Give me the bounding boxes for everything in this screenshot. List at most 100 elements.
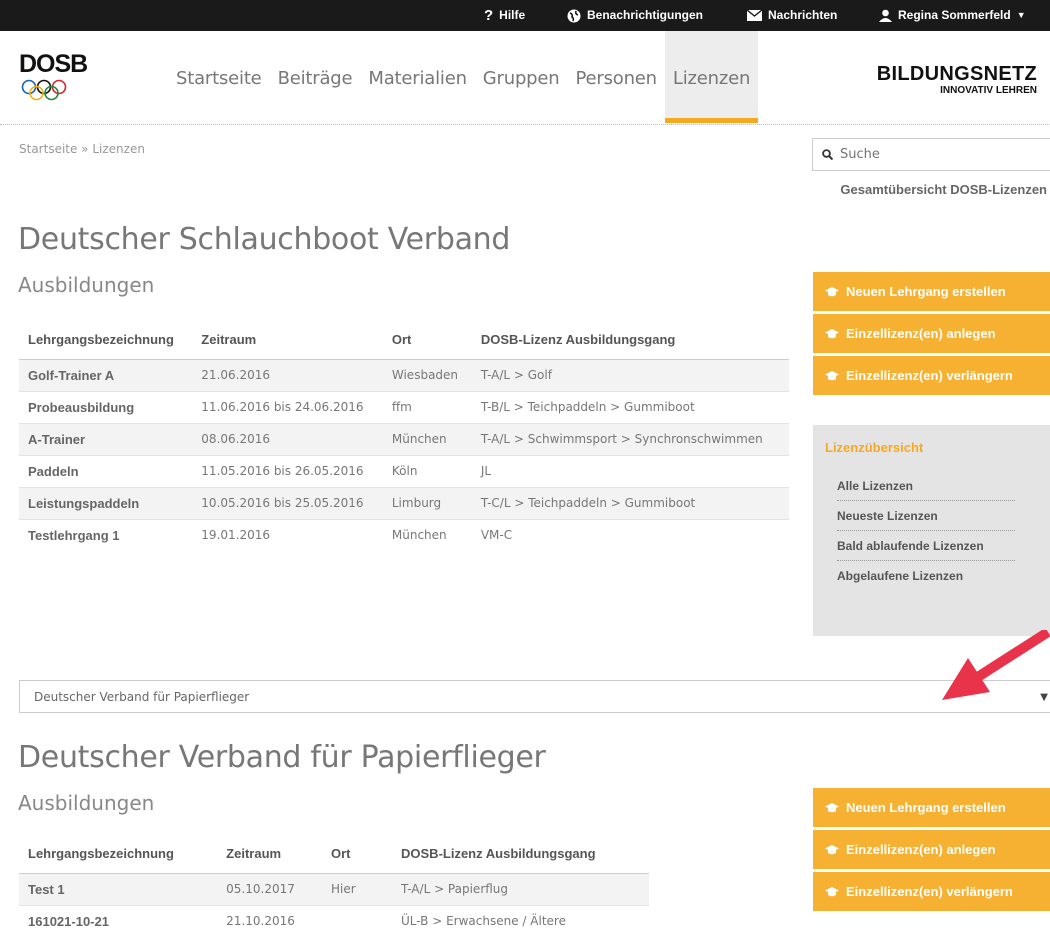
globe-icon xyxy=(567,9,581,22)
section2-actions: Neuen Lehrgang erstellen Einzellizenz(en… xyxy=(813,788,1050,914)
header: DOSB Startseite Beiträge Materialien Gru… xyxy=(0,31,1050,123)
graduation-cap-icon xyxy=(825,328,839,338)
course-place: Köln xyxy=(382,455,472,488)
graduation-cap-icon xyxy=(825,802,839,812)
table-header-row: Lehrgangsbezeichnung Zeitraum Ort DOSB-L… xyxy=(19,835,649,874)
section1-subtitle: Ausbildungen xyxy=(18,273,155,297)
nav-beitraege[interactable]: Beiträge xyxy=(270,31,361,123)
table-header-row: Lehrgangsbezeichnung Zeitraum Ort DOSB-L… xyxy=(19,321,789,360)
nav-materialien[interactable]: Materialien xyxy=(360,31,474,123)
create-license-button[interactable]: Einzellizenz(en) anlegen xyxy=(813,314,1050,353)
col-header-place[interactable]: Ort xyxy=(322,835,393,874)
dosb-logo[interactable]: DOSB xyxy=(19,50,99,101)
graduation-cap-icon xyxy=(825,886,839,896)
main-nav: Startseite Beiträge Materialien Gruppen … xyxy=(168,31,759,123)
user-icon xyxy=(879,9,892,22)
course-period: 11.05.2016 bis 26.05.2016 xyxy=(192,455,383,488)
course-place: Limburg xyxy=(382,487,472,520)
top-bar: ? Hilfe Benachrichtigungen Nachrichten R… xyxy=(0,0,1050,31)
course-name[interactable]: Golf-Trainer A xyxy=(19,359,193,392)
graduation-cap-icon xyxy=(825,370,839,380)
section2-title: Deutscher Verband für Papierflieger xyxy=(18,740,546,775)
license-link-all[interactable]: Alle Lizenzen xyxy=(837,471,1015,501)
caret-down-icon: ▼ xyxy=(1016,10,1026,20)
nav-gruppen[interactable]: Gruppen xyxy=(475,31,568,123)
new-course-button[interactable]: Neuen Lehrgang erstellen xyxy=(813,272,1050,311)
col-header-place[interactable]: Ort xyxy=(382,321,472,360)
user-menu[interactable]: Regina Sommerfeld ▼ xyxy=(879,0,1026,31)
table-row[interactable]: 161021-10-21 21.10.2016 ÜL-B > Erwachsen… xyxy=(19,905,649,937)
table-row[interactable]: Testlehrgang 1 19.01.2016 München VM-C xyxy=(19,519,789,551)
course-place xyxy=(322,905,392,937)
search-input[interactable] xyxy=(840,147,1030,162)
help-link[interactable]: ? Hilfe xyxy=(484,0,525,31)
nav-personen[interactable]: Personen xyxy=(568,31,665,123)
course-place: München xyxy=(382,423,472,456)
header-divider xyxy=(0,124,1050,125)
course-name[interactable]: Testlehrgang 1 xyxy=(19,519,192,551)
table-row[interactable]: A-Trainer 08.06.2016 München T-A/L > Sch… xyxy=(19,423,789,456)
license-overview-title: Lizenzübersicht xyxy=(825,440,924,455)
overview-link[interactable]: Gesamtübersicht DOSB-Lizenzen xyxy=(840,182,1047,197)
col-header-period[interactable]: Zeitraum xyxy=(217,835,323,874)
course-name[interactable]: Test 1 xyxy=(19,873,218,906)
course-name[interactable]: A-Trainer xyxy=(19,423,193,456)
association-select[interactable]: Deutscher Verband für Papierflieger ▼ xyxy=(19,680,1050,713)
nav-lizenzen[interactable]: Lizenzen xyxy=(664,31,759,123)
logo-text: DOSB xyxy=(19,50,88,78)
col-header-name[interactable]: Lehrgangsbezeichnung xyxy=(19,835,218,874)
section1-table: Lehrgangsbezeichnung Zeitraum Ort DOSB-L… xyxy=(19,321,789,551)
col-header-name[interactable]: Lehrgangsbezeichnung xyxy=(19,321,193,360)
course-period: 21.06.2016 xyxy=(192,359,383,392)
table-row[interactable]: Probeausbildung 11.06.2016 bis 24.06.201… xyxy=(19,391,789,424)
course-license: VM-C xyxy=(480,528,513,543)
course-period: 11.06.2016 bis 24.06.2016 xyxy=(192,391,383,424)
association-select-value: Deutscher Verband für Papierflieger xyxy=(34,690,250,704)
graduation-cap-icon xyxy=(825,844,839,854)
course-license: T-A/L > Papierflug xyxy=(392,873,649,906)
course-name[interactable]: Paddeln xyxy=(19,455,193,488)
red-arrow-annotation xyxy=(942,630,1050,700)
course-license: T-C/L > Teichpaddeln > Gummiboot xyxy=(471,487,789,520)
license-link-newest[interactable]: Neueste Lizenzen xyxy=(837,501,1015,531)
create-license-button[interactable]: Einzellizenz(en) anlegen xyxy=(813,830,1050,869)
course-place: ffm xyxy=(382,391,472,424)
col-header-period[interactable]: Zeitraum xyxy=(192,321,383,360)
messages-link[interactable]: Nachrichten xyxy=(747,0,837,31)
course-place: Hier xyxy=(322,873,393,906)
course-period: 05.10.2017 xyxy=(217,873,323,906)
license-link-expired[interactable]: Abgelaufene Lizenzen xyxy=(837,561,1015,590)
course-license: JL xyxy=(471,455,789,488)
course-name[interactable]: Probeausbildung xyxy=(19,391,193,424)
envelope-icon xyxy=(747,10,762,21)
extend-license-button[interactable]: Einzellizenz(en) verlängern xyxy=(813,356,1050,395)
col-header-license[interactable]: DOSB-Lizenz Ausbildungsgang xyxy=(392,835,649,874)
search-box[interactable] xyxy=(812,138,1050,171)
course-period: 19.01.2016 xyxy=(201,528,271,543)
col-header-license[interactable]: DOSB-Lizenz Ausbildungsgang xyxy=(471,321,789,360)
course-license: T-A/L > Schwimmsport > Synchronschwimmen xyxy=(471,423,789,456)
breadcrumb[interactable]: Startseite » Lizenzen xyxy=(19,142,145,156)
course-name[interactable]: Leistungspaddeln xyxy=(19,487,193,520)
course-name[interactable]: 161021-10-21 xyxy=(19,905,217,937)
course-license: ÜL-B > Erwachsene / Ältere xyxy=(401,914,566,929)
extend-license-button[interactable]: Einzellizenz(en) verlängern xyxy=(813,872,1050,911)
course-license: T-B/L > Teichpaddeln > Gummiboot xyxy=(471,391,789,424)
nav-startseite[interactable]: Startseite xyxy=(168,31,270,123)
section2-subtitle: Ausbildungen xyxy=(18,791,155,815)
table-row[interactable]: Test 1 05.10.2017 Hier T-A/L > Papierflu… xyxy=(19,873,649,906)
course-period: 08.06.2016 xyxy=(192,423,383,456)
graduation-cap-icon xyxy=(825,286,839,296)
license-overview-panel: Lizenzübersicht Alle Lizenzen Neueste Li… xyxy=(813,425,1050,636)
course-period: 21.10.2016 xyxy=(226,914,295,929)
section1-actions: Neuen Lehrgang erstellen Einzellizenz(en… xyxy=(813,272,1050,398)
new-course-button[interactable]: Neuen Lehrgang erstellen xyxy=(813,788,1050,827)
section2-table: Lehrgangsbezeichnung Zeitraum Ort DOSB-L… xyxy=(19,835,649,937)
table-row[interactable]: Leistungspaddeln 10.05.2016 bis 25.05.20… xyxy=(19,487,789,520)
license-link-expiring[interactable]: Bald ablaufende Lizenzen xyxy=(837,531,1015,561)
search-icon xyxy=(822,149,833,160)
bildungsnetz-logo[interactable]: BILDUNGSNETZ INNOVATIV LEHREN xyxy=(877,64,1037,98)
table-row[interactable]: Golf-Trainer A 21.06.2016 Wiesbaden T-A/… xyxy=(19,359,789,392)
table-row[interactable]: Paddeln 11.05.2016 bis 26.05.2016 Köln J… xyxy=(19,455,789,488)
notifications-link[interactable]: Benachrichtigungen xyxy=(567,0,703,31)
